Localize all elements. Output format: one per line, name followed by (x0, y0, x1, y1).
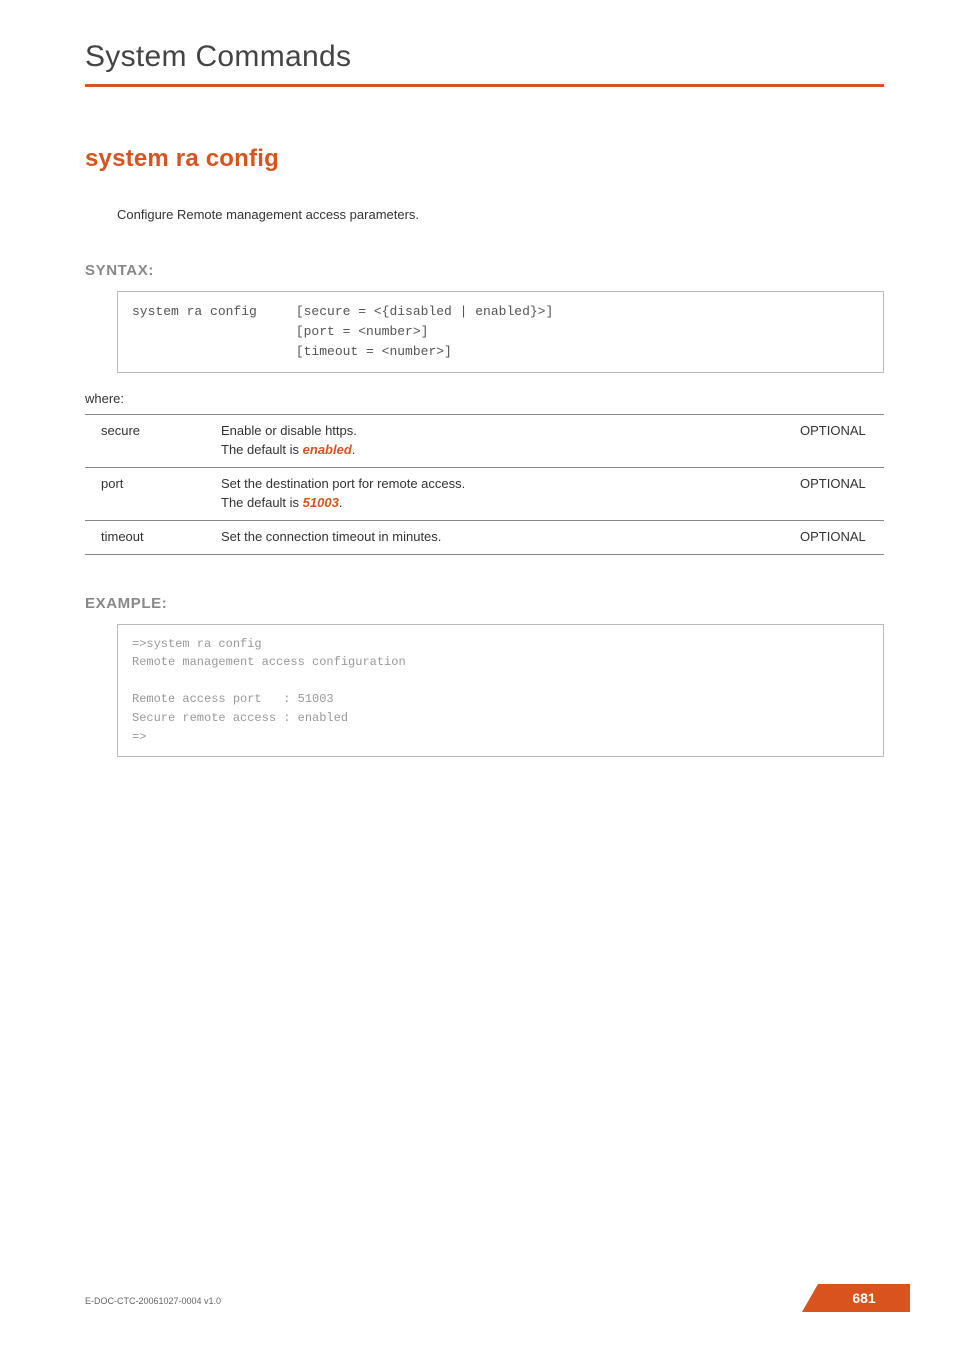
param-kind: OPTIONAL (784, 415, 884, 468)
command-title: system ra config (85, 145, 884, 173)
param-kind: OPTIONAL (784, 520, 884, 554)
example-code-block: =>system ra config Remote management acc… (117, 624, 884, 758)
param-desc-suffix: . (339, 495, 343, 510)
param-kind: OPTIONAL (784, 468, 884, 521)
param-name: port (85, 468, 205, 521)
param-default-value: 51003 (303, 495, 339, 510)
example-heading: EXAMPLE: (85, 595, 884, 612)
parameters-table: secure Enable or disable https.The defau… (85, 414, 884, 554)
syntax-heading: SYNTAX: (85, 262, 884, 279)
table-row: secure Enable or disable https.The defau… (85, 415, 884, 468)
param-description: Set the destination port for remote acce… (205, 468, 784, 521)
table-row: port Set the destination port for remote… (85, 468, 884, 521)
param-desc-text: Set the connection timeout in minutes. (221, 529, 441, 544)
table-row: timeout Set the connection timeout in mi… (85, 520, 884, 554)
syntax-code-block: system ra config [secure = <{disabled | … (117, 291, 884, 373)
param-desc-suffix: . (352, 442, 356, 457)
footer-page-number: 681 (818, 1284, 910, 1312)
footer-doc-id: E-DOC-CTC-20061027-0004 v1.0 (85, 1296, 221, 1306)
param-default-value: enabled (303, 442, 352, 457)
where-label: where: (85, 391, 884, 406)
param-description: Set the connection timeout in minutes. (205, 520, 784, 554)
param-name: secure (85, 415, 205, 468)
param-description: Enable or disable https.The default is e… (205, 415, 784, 468)
param-desc-text: Set the destination port for remote acce… (221, 476, 465, 510)
page-footer: E-DOC-CTC-20061027-0004 v1.0 681 (85, 1284, 910, 1312)
chapter-title: System Commands (85, 40, 884, 74)
command-description: Configure Remote management access param… (117, 207, 884, 222)
param-name: timeout (85, 520, 205, 554)
title-divider (85, 84, 884, 87)
